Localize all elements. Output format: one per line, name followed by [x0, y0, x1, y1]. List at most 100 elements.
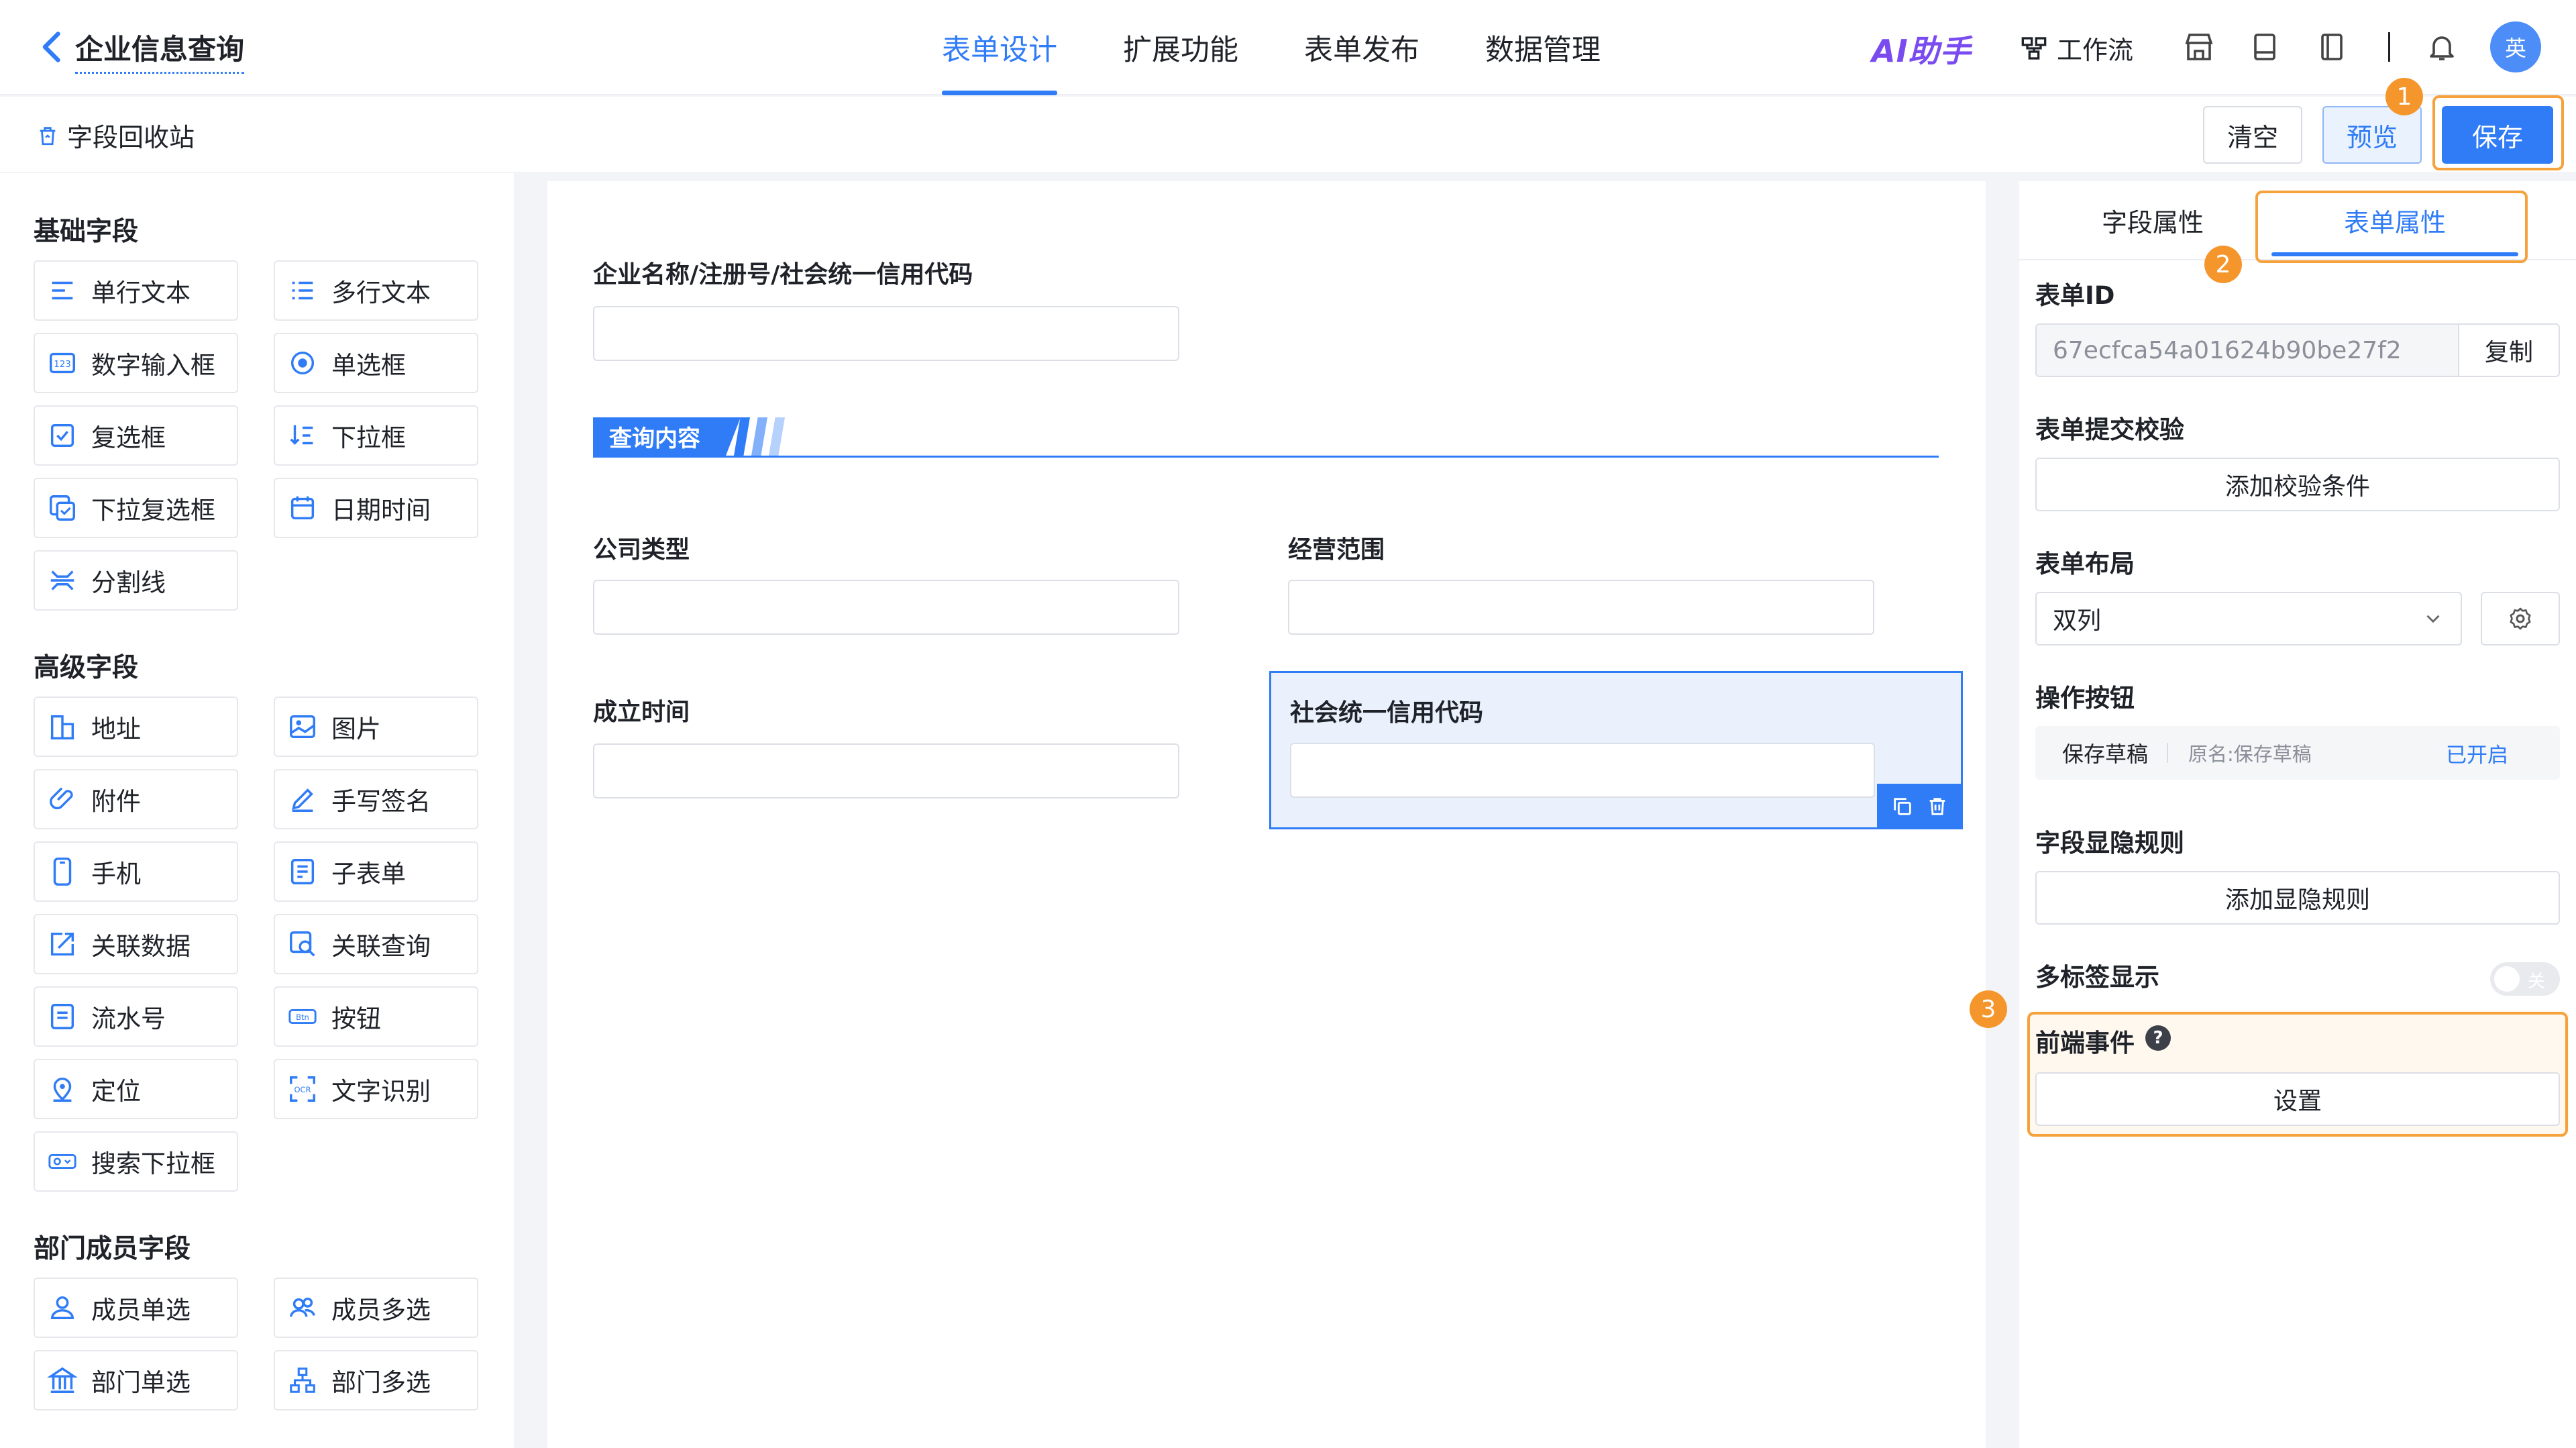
field-subform[interactable]: 子表单: [274, 841, 478, 902]
field-label: 多行文本: [331, 278, 431, 307]
multi-line-icon: [292, 281, 313, 300]
field-dept-multi[interactable]: 部门多选: [274, 1350, 478, 1410]
field-label: 日期时间: [331, 496, 431, 525]
subform-icon: [290, 859, 315, 884]
field-label: 部门单选: [91, 1368, 191, 1397]
field-link-query[interactable]: 关联查询: [274, 914, 478, 974]
docs-icon[interactable]: [2316, 31, 2348, 63]
field-label: 按钮: [331, 1004, 381, 1033]
field-dropdown[interactable]: 下拉框: [274, 405, 478, 466]
multi-tab-toggle[interactable]: 关: [2490, 962, 2560, 996]
business-scope-input[interactable]: [1288, 580, 1874, 635]
tab-publish[interactable]: 表单发布: [1288, 0, 1436, 95]
workflow-button[interactable]: 工作流: [2021, 30, 2133, 66]
tab-data-management[interactable]: 数据管理: [1469, 0, 1617, 95]
field-multi-line[interactable]: 多行文本: [274, 260, 478, 321]
recycle-bin-link[interactable]: 字段回收站: [36, 117, 195, 154]
tab-extensions[interactable]: 扩展功能: [1107, 0, 1254, 95]
svg-text:OCR: OCR: [294, 1085, 311, 1094]
app-title[interactable]: 企业信息查询: [75, 27, 245, 74]
copy-id-button[interactable]: 复制: [2458, 323, 2560, 377]
recycle-icon: [40, 126, 56, 145]
section-header[interactable]: 查询内容: [593, 417, 1939, 458]
checkbox-icon: [50, 423, 74, 448]
tab-field-properties[interactable]: 字段属性: [2035, 181, 2270, 259]
clear-button[interactable]: 清空: [2203, 106, 2302, 164]
field-phone[interactable]: 手机: [34, 841, 238, 902]
field-search-dropdown[interactable]: 搜索下拉框: [34, 1131, 238, 1192]
bell-icon[interactable]: [2426, 31, 2458, 63]
step-badge-3: 3: [1970, 990, 2007, 1028]
link-data-icon: [50, 932, 74, 956]
dropdown-icon: [290, 425, 313, 445]
ai-assistant-logo[interactable]: AI助手: [1872, 27, 1972, 71]
search-field-label: 企业名称/注册号/社会统一信用代码: [593, 261, 973, 289]
gear-icon: [2510, 607, 2531, 630]
action-status[interactable]: 已开启: [2446, 738, 2508, 768]
member-single-icon: [50, 1296, 74, 1320]
link-query-icon: [290, 931, 315, 957]
svg-text:Btn: Btn: [296, 1013, 309, 1022]
action-row-save-draft[interactable]: 保存草稿 原名:保存草稿 已开启: [2035, 726, 2560, 780]
user-avatar[interactable]: 英: [2490, 21, 2541, 72]
form-id-label: 表单ID: [2035, 281, 2115, 310]
field-ocr[interactable]: OCR 文字识别: [274, 1059, 478, 1119]
search-field-input[interactable]: [593, 306, 1179, 361]
field-label: 下拉复选框: [91, 496, 215, 525]
founded-date-input[interactable]: [593, 743, 1179, 798]
field-serial[interactable]: 流水号: [34, 986, 238, 1047]
field-label: 下拉框: [331, 423, 406, 452]
copy-icon[interactable]: [1891, 795, 1914, 818]
frontend-events-highlight: [2027, 1012, 2568, 1137]
field-member-multi[interactable]: 成员多选: [274, 1278, 478, 1338]
image-icon: [290, 715, 315, 739]
book-icon[interactable]: [2249, 31, 2281, 63]
workflow-icon: [2021, 36, 2047, 60]
field-label: 分割线: [91, 568, 166, 597]
step-badge-1: 1: [2385, 78, 2423, 115]
field-member-single[interactable]: 成员单选: [34, 1278, 238, 1338]
field-label: 图片: [331, 715, 381, 743]
field-label: 地址: [91, 715, 141, 743]
layout-select-value: 双列: [2053, 607, 2102, 635]
layout-select[interactable]: 双列: [2035, 592, 2462, 645]
field-image[interactable]: 图片: [274, 696, 478, 757]
serial-icon: [50, 1004, 74, 1029]
field-divider[interactable]: 分割线: [34, 550, 238, 611]
field-dept-single[interactable]: 部门单选: [34, 1350, 238, 1410]
action-name: 保存草稿: [2062, 741, 2149, 767]
workflow-label: 工作流: [2057, 36, 2134, 65]
field-number[interactable]: 123 数字输入框: [34, 333, 238, 393]
store-icon[interactable]: [2183, 31, 2215, 63]
delete-icon[interactable]: [1926, 795, 1949, 818]
field-signature[interactable]: 手写签名: [274, 769, 478, 829]
section-line: [593, 456, 1939, 458]
tab-form-design[interactable]: 表单设计: [926, 0, 1073, 95]
field-radio[interactable]: 单选框: [274, 333, 478, 393]
field-checkbox[interactable]: 复选框: [34, 405, 238, 466]
field-dropdown-checkbox[interactable]: 下拉复选框: [34, 478, 238, 538]
field-location[interactable]: 定位: [34, 1059, 238, 1119]
field-attachment[interactable]: 附件: [34, 769, 238, 829]
field-datetime[interactable]: 日期时间: [274, 478, 478, 538]
button-icon: Btn: [288, 1009, 317, 1025]
field-label: 关联查询: [331, 932, 431, 961]
add-visibility-rule-button[interactable]: 添加显隐规则: [2035, 871, 2560, 925]
dept-multi-icon: [290, 1367, 315, 1393]
back-arrow-icon[interactable]: [36, 30, 71, 64]
field-label: 关联数据: [91, 932, 191, 961]
selected-field-credit-code[interactable]: 社会统一信用代码: [1269, 671, 1963, 829]
field-link-data[interactable]: 关联数据: [34, 914, 238, 974]
section-stripe: [769, 417, 785, 456]
field-address[interactable]: 地址: [34, 696, 238, 757]
field-single-line[interactable]: 单行文本: [34, 260, 238, 321]
visibility-rules-label: 字段显隐规则: [2035, 829, 2184, 858]
layout-settings-button[interactable]: [2481, 592, 2560, 645]
company-type-input[interactable]: [593, 580, 1179, 635]
field-button[interactable]: Btn 按钮: [274, 986, 478, 1047]
add-validation-button[interactable]: 添加校验条件: [2035, 458, 2560, 511]
divider-icon: [50, 570, 74, 590]
attachment-icon: [50, 787, 73, 810]
field-label: 手写签名: [331, 787, 431, 816]
credit-code-input[interactable]: [1290, 743, 1875, 798]
